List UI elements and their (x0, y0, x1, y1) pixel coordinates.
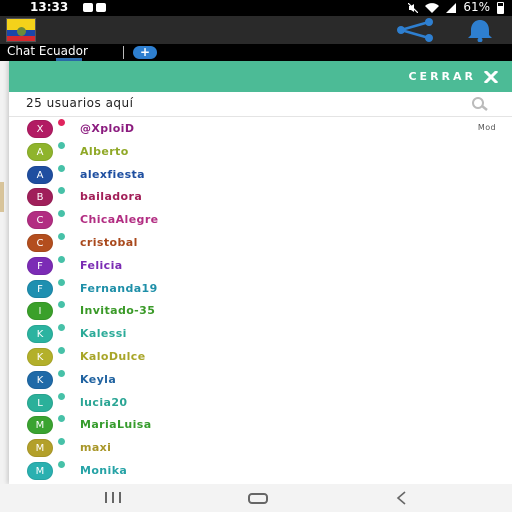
online-status-dot (57, 459, 66, 469)
user-avatar: K (27, 370, 53, 389)
user-name: Fernanda19 (80, 281, 158, 295)
online-status-dot (57, 300, 66, 310)
battery-percent: 61% (463, 0, 490, 14)
ecuador-flag-icon[interactable] (6, 18, 36, 42)
add-room-button[interactable]: + (133, 46, 157, 59)
user-count: 25 usuarios aquí (26, 96, 134, 110)
user-avatar: M (27, 416, 53, 435)
user-list-item[interactable]: Mmaxi (9, 437, 512, 460)
user-list-item[interactable]: M MariaLuisa (9, 414, 512, 437)
users-panel: CERRAR 25 usuarios aquí X @XploiD Mod A Albe… (9, 61, 512, 484)
navigation-bar (0, 484, 512, 512)
status-bar: 13:33 61% (0, 0, 512, 16)
user-name: cristobal (80, 235, 138, 249)
user-name: Alberto (80, 144, 129, 158)
user-avatar: C (27, 211, 53, 230)
search-icon[interactable] (470, 96, 490, 112)
user-name: ChicaAlegre (80, 213, 159, 227)
user-list-item[interactable]: Aalexfiesta (9, 163, 512, 187)
close-icon (484, 70, 498, 83)
user-avatar: X (27, 120, 53, 138)
back-icon[interactable] (395, 491, 407, 505)
user-list-item[interactable]: K Kalessi (9, 323, 512, 346)
panel-header: CERRAR (9, 61, 512, 92)
online-status-dot (57, 231, 66, 241)
recents-icon[interactable] (105, 492, 123, 503)
user-name: Invitado-35 (80, 304, 156, 318)
online-status-dot (57, 391, 66, 401)
user-avatar: M (27, 461, 53, 480)
close-button[interactable]: CERRAR (408, 70, 498, 83)
user-list-item[interactable]: M Monika (9, 459, 512, 483)
online-status-dot (57, 277, 66, 287)
user-avatar: I (27, 302, 53, 321)
online-status-dot (57, 209, 66, 219)
user-name: Keyla (80, 372, 117, 386)
user-list-item[interactable]: F Felicia (9, 254, 512, 278)
user-avatar: B (27, 188, 53, 207)
user-list-item[interactable]: K Keyla (9, 368, 512, 392)
user-count-row: 25 usuarios aquí (9, 92, 512, 117)
user-name: bailadora (80, 190, 143, 204)
user-list-item[interactable]: A Alberto (9, 140, 512, 164)
gallery-icon (96, 3, 106, 12)
signal-icon (446, 2, 457, 13)
user-avatar: A (27, 165, 53, 184)
online-status-dot (57, 163, 66, 173)
app-bar (0, 16, 512, 44)
online-status-dot (57, 118, 66, 127)
user-list-item[interactable]: C ChicaAlegre (9, 209, 512, 232)
online-status-dot (57, 140, 66, 150)
user-avatar: K (27, 347, 53, 366)
background-chat-mark (0, 182, 4, 212)
user-list-item[interactable]: F Fernanda19 (9, 277, 512, 301)
user-avatar: F (27, 256, 53, 275)
online-status-dot (57, 414, 66, 424)
user-name: @XploiD (80, 122, 135, 135)
user-name: KaloDulce (80, 349, 146, 363)
tab-divider (123, 46, 124, 59)
user-list-item[interactable]: Llucia20 (9, 391, 512, 415)
battery-icon (497, 1, 504, 14)
user-avatar: L (27, 393, 53, 412)
online-status-dot (57, 323, 66, 333)
user-name: Kalessi (80, 327, 127, 341)
online-status-dot (57, 437, 66, 447)
user-name: Monika (80, 463, 128, 477)
user-list-item[interactable]: K KaloDulce (9, 345, 512, 369)
share-icon[interactable] (393, 18, 439, 42)
close-label: CERRAR (408, 70, 476, 83)
user-list-item[interactable]: X @XploiD Mod (9, 118, 512, 141)
youtube-icon (83, 3, 93, 12)
status-right: 61% (408, 0, 504, 15)
online-status-dot (57, 368, 66, 378)
user-name: MariaLuisa (80, 418, 152, 432)
user-name: lucia20 (80, 395, 128, 409)
tab-chat-ecuador[interactable]: Chat Ecuador (7, 44, 88, 59)
bell-icon[interactable] (462, 18, 498, 42)
user-list-item[interactable]: Ccristobal (9, 231, 512, 255)
moderator-badge: Mod (477, 123, 496, 132)
user-list-item[interactable]: Bbailadora (9, 186, 512, 209)
home-icon[interactable] (248, 493, 268, 504)
user-list: X @XploiD Mod A Alberto Aalexfiesta Bbailadora… (9, 118, 512, 483)
online-status-dot (57, 254, 66, 264)
user-avatar: M (27, 439, 53, 458)
notification-icons (83, 3, 106, 12)
wifi-icon (425, 2, 440, 13)
user-avatar: K (27, 325, 53, 344)
mute-icon (408, 2, 419, 13)
user-name: maxi (80, 441, 112, 455)
user-avatar: A (27, 142, 53, 161)
user-name: Felicia (80, 258, 123, 272)
user-list-item[interactable]: I Invitado-35 (9, 300, 512, 323)
online-status-dot (57, 186, 66, 196)
user-avatar: C (27, 233, 53, 252)
online-status-dot (57, 345, 66, 355)
user-avatar: F (27, 279, 53, 298)
status-time: 13:33 (30, 0, 69, 14)
user-name: alexfiesta (80, 167, 145, 181)
